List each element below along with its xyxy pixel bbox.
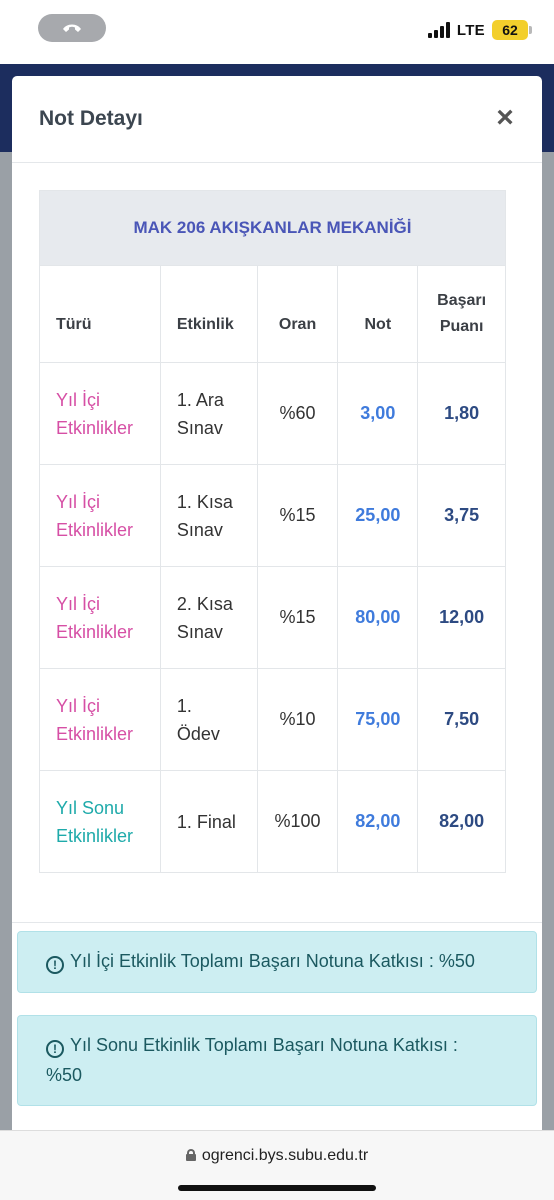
table-row: Yıl İçi Etkinlikler 2. Kısa Sınav %15 80,0…	[39, 566, 506, 669]
alert-text: Yıl Sonu Etkinlik Toplamı Başarı Notuna …	[70, 1035, 458, 1055]
row-type: Yıl İçi Etkinlikler	[39, 668, 161, 771]
row-score: 1,80	[417, 362, 506, 465]
browser-bottom-bar: ogrenci.bys.subu.edu.tr	[0, 1130, 554, 1200]
row-type: Yıl Sonu Etkinlikler	[39, 770, 161, 873]
row-activity: 2. Kısa Sınav	[159, 566, 258, 669]
column-header-rate: Oran	[256, 265, 339, 363]
call-indicator[interactable]	[38, 14, 106, 42]
row-grade: 3,00	[337, 362, 419, 465]
row-rate: %100	[256, 770, 339, 873]
row-score: 3,75	[417, 464, 506, 567]
column-header-grade: Not	[337, 265, 419, 363]
column-header-type: Türü	[39, 265, 161, 363]
row-activity: 1. Final	[159, 770, 258, 873]
column-header-activity: Etkinlik	[159, 265, 258, 363]
row-rate: %10	[256, 668, 339, 771]
row-type: Yıl İçi Etkinlikler	[39, 362, 161, 465]
signal-icon	[427, 22, 450, 38]
status-bar: LTE 62	[0, 0, 554, 64]
alert-text: Yıl İçi Etkinlik Toplamı Başarı Notuna K…	[70, 951, 475, 971]
table-header-row: Türü Etkinlik Oran Not Başarı Puanı	[39, 265, 506, 363]
row-type: Yıl İçi Etkinlikler	[39, 464, 161, 567]
network-label: LTE	[456, 21, 485, 39]
lock-icon	[185, 1149, 196, 1161]
row-rate: %15	[256, 464, 339, 567]
grade-detail-modal: Not Detayı × MAK 206 AKIŞKANLAR MEKANİĞİ…	[12, 76, 542, 1156]
in-year-contribution-alert: ! Yıl İçi Etkinlik Toplamı Başarı Notuna …	[17, 931, 537, 993]
modal-title: Not Detayı	[39, 107, 143, 130]
course-row: MAK 206 AKIŞKANLAR MEKANİĞİ	[39, 190, 506, 266]
table-row: Yıl İçi Etkinlikler 1. Ara Sınav %60 3,00 …	[39, 362, 506, 465]
exclamation-circle-icon: !	[46, 956, 64, 974]
exclamation-circle-icon: !	[46, 1040, 64, 1058]
grade-table: MAK 206 AKIŞKANLAR MEKANİĞİ Türü Etkinli…	[39, 190, 506, 873]
table-row: Yıl İçi Etkinlikler 1. Kısa Sınav %15 25,0…	[39, 464, 506, 567]
table-row: Yıl Sonu Etkinlikler 1. Final %100 82,00 …	[39, 770, 506, 873]
row-activity: 1. Kısa Sınav	[159, 464, 258, 567]
row-score: 82,00	[417, 770, 506, 873]
home-indicator[interactable]	[178, 1185, 376, 1191]
row-rate: %60	[256, 362, 339, 465]
battery-icon: 62	[492, 20, 532, 40]
column-header-score: Başarı Puanı	[417, 265, 506, 363]
row-grade: 82,00	[337, 770, 419, 873]
modal-divider	[12, 922, 542, 923]
row-grade: 75,00	[337, 668, 419, 771]
course-title: MAK 206 AKIŞKANLAR MEKANİĞİ	[39, 190, 506, 266]
modal-header: Not Detayı ×	[12, 76, 542, 163]
battery-level: 62	[492, 20, 528, 40]
table-row: Yıl İçi Etkinlikler 1. Ödev %10 75,00 7,50	[39, 668, 506, 771]
phone-icon	[63, 24, 81, 32]
end-year-contribution-alert: ! Yıl Sonu Etkinlik Toplamı Başarı Notuna…	[17, 1015, 537, 1106]
row-grade: 80,00	[337, 566, 419, 669]
row-score: 12,00	[417, 566, 506, 669]
close-button[interactable]: ×	[492, 103, 518, 133]
row-rate: %15	[256, 566, 339, 669]
url-text: ogrenci.bys.subu.edu.tr	[201, 1147, 369, 1164]
alert-text-continued: %50	[46, 1065, 83, 1085]
row-activity: 1. Ara Sınav	[159, 362, 258, 465]
row-score: 7,50	[417, 668, 506, 771]
row-activity: 1. Ödev	[159, 668, 258, 771]
address-bar[interactable]: ogrenci.bys.subu.edu.tr	[0, 1147, 554, 1165]
row-grade: 25,00	[337, 464, 419, 567]
row-type: Yıl İçi Etkinlikler	[39, 566, 161, 669]
